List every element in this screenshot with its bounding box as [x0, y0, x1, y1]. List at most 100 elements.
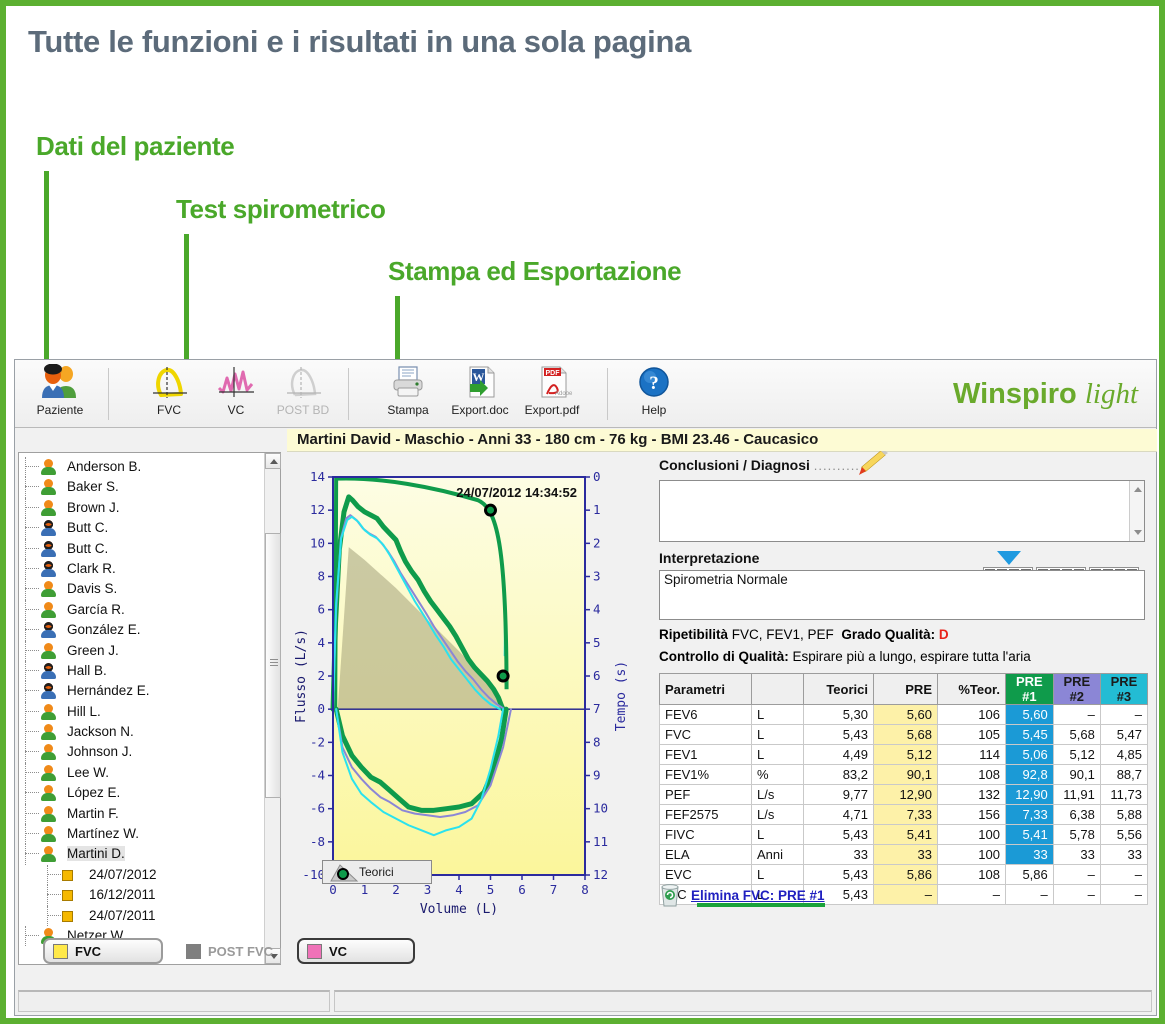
- results-table: Parametri Teorici PRE %Teor. PRE #1 PRE #2 PRE…: [659, 673, 1149, 905]
- chart-legend: Teorici: [322, 860, 432, 884]
- table-row[interactable]: FEV1 L 4,49 5,12 114 5,06 5,12 4,85: [659, 744, 1149, 765]
- table-row[interactable]: ELA Anni 33 33 100 33 33 33: [659, 844, 1149, 865]
- table-cell: 83,2: [803, 764, 874, 785]
- curve-button-vc[interactable]: VC: [297, 938, 415, 964]
- tree-guide-line: [47, 905, 48, 926]
- table-cell: 5,30: [803, 704, 874, 725]
- quality-pointer-icon: [997, 551, 1021, 565]
- tree-guide-dash: [25, 710, 39, 712]
- curve-button-post-fvc[interactable]: POST FVC: [178, 938, 288, 964]
- tree-guide-dash: [25, 486, 39, 488]
- table-row[interactable]: FVC L 5,43 5,68 105 5,45 5,68 5,47: [659, 724, 1149, 745]
- table-column-header[interactable]: Teorici: [803, 673, 874, 705]
- repeatability-value: FVC, FEV1, PEF: [731, 627, 834, 642]
- table-cell: 5,43: [803, 824, 874, 845]
- patient-tree-scrollbar[interactable]: [264, 453, 281, 964]
- table-row[interactable]: FEV6 L 5,30 5,60 106 5,60– –: [659, 704, 1149, 725]
- table-cell: FEF2575: [659, 804, 752, 825]
- tree-item-label: González E.: [67, 622, 141, 638]
- scroll-up-button[interactable]: [265, 453, 281, 469]
- tree-patient-item[interactable]: González E.: [19, 620, 264, 641]
- tree-patient-item[interactable]: López E.: [19, 783, 264, 804]
- tree-patient-item[interactable]: Hall B.: [19, 660, 264, 682]
- table-column-header[interactable]: Parametri: [659, 673, 752, 705]
- toolbar-label-vc: VC: [227, 403, 245, 417]
- toolbar-button-help[interactable]: ? Help: [623, 364, 685, 424]
- toolbar-button-fvc[interactable]: FVC: [138, 364, 200, 424]
- tree-session-item[interactable]: 24/07/2012: [19, 864, 264, 886]
- tree-patient-item[interactable]: Hernández E.: [19, 681, 264, 702]
- tree-item-label: Hill L.: [67, 703, 101, 719]
- repeatability-label: Ripetibilità: [659, 627, 729, 642]
- flow-volume-plot: -10-8-6-4-2024681012140 1 2 3 4 5 6 7 8012345678…: [294, 469, 629, 917]
- tree-patient-item[interactable]: Hill L.: [19, 701, 264, 723]
- delete-link-underline: [697, 903, 825, 907]
- tree-patient-item[interactable]: Brown J.: [19, 497, 264, 519]
- toolbar-button-paziente[interactable]: Paziente: [29, 363, 91, 424]
- quality-grade-label: Grado Qualità:: [841, 627, 936, 642]
- conclusions-scroll-down-icon[interactable]: [1134, 530, 1142, 535]
- patient-tree[interactable]: Anderson B. Baker S. Brown J. Butt C. Butt C…: [19, 453, 264, 964]
- word-doc-icon: W: [443, 364, 517, 402]
- tree-guide-dash: [25, 527, 39, 529]
- tree-patient-item[interactable]: Green J.: [19, 640, 264, 661]
- tree-patient-item[interactable]: Baker S.: [19, 477, 264, 498]
- tree-patient-item[interactable]: Martini D.: [19, 844, 264, 865]
- table-column-header[interactable]: PRE: [873, 673, 938, 705]
- table-cell: PEF: [659, 784, 752, 805]
- tree-patient-item[interactable]: Anderson B.: [19, 457, 264, 478]
- svg-text:3: 3: [593, 569, 601, 584]
- toolbar-label-fvc: FVC: [157, 403, 181, 417]
- tree-session-item[interactable]: 24/07/2011: [19, 905, 264, 926]
- table-row[interactable]: FEF2575 L/s 4,71 7,33 156 7,33 6,38 5,88: [659, 804, 1149, 825]
- conclusions-scroll-up-icon[interactable]: [1134, 487, 1142, 492]
- tree-guide-line: [25, 681, 26, 702]
- patient-avatar-icon: [40, 724, 56, 741]
- table-column-header[interactable]: PRE #3: [1099, 673, 1149, 705]
- tree-session-item[interactable]: 16/12/2011: [19, 885, 264, 906]
- table-cell: 100: [937, 844, 1006, 865]
- tree-patient-item[interactable]: Butt C.: [19, 518, 264, 539]
- toolbar-button-export-pdf[interactable]: PDF Adobe Export.pdf: [515, 364, 589, 424]
- tree-patient-item[interactable]: Martínez W.: [19, 824, 264, 845]
- delete-fvc-row[interactable]: Elimina FVC: PRE #1: [659, 883, 825, 907]
- conclusions-label-text: Conclusioni / Diagnosi: [659, 457, 810, 473]
- tree-patient-item[interactable]: Johnson J.: [19, 742, 264, 763]
- tree-guide-line: [47, 885, 48, 906]
- toolbar-button-post-bd[interactable]: POST BD: [272, 364, 334, 424]
- conclusions-scrollbar[interactable]: [1129, 481, 1144, 541]
- table-row[interactable]: EVC L 5,43 5,86 108 5,86– –: [659, 864, 1149, 885]
- table-column-header[interactable]: PRE #2: [1052, 673, 1101, 705]
- tree-patient-item[interactable]: Jackson N.: [19, 722, 264, 743]
- flow-volume-chart[interactable]: -10 -8 -6 -4 -2 0 2 4 6 8 10 12 14 0 1 2 3 4 5 6 7 8 0 1 2 3 4 5 6 7 8…: [287, 455, 645, 930]
- tree-patient-item[interactable]: Martin F.: [19, 803, 264, 825]
- svg-text:1: 1: [361, 882, 369, 897]
- table-row[interactable]: PEF L/s 9,77 12,90 132 12,90 11,91 11,73: [659, 784, 1149, 805]
- table-column-header[interactable]: [751, 673, 804, 705]
- interpretation-box[interactable]: Spirometria Normale: [659, 570, 1145, 620]
- tree-patient-item[interactable]: Clark R.: [19, 558, 264, 580]
- tree-patient-item[interactable]: Lee W.: [19, 762, 264, 784]
- tree-guide-dash: [25, 731, 39, 733]
- tree-patient-item[interactable]: Butt C.: [19, 538, 264, 559]
- conclusions-textarea[interactable]: [659, 480, 1145, 542]
- toolbar-button-export-doc[interactable]: W Export.doc: [443, 364, 517, 424]
- table-row[interactable]: FEV1%% 83,2 90,1 108 92,8 90,1 88,7: [659, 764, 1149, 785]
- table-cell: 5,41: [1005, 824, 1054, 845]
- table-cell: 5,47: [1099, 724, 1149, 745]
- toolbar-button-stampa[interactable]: Stampa: [375, 364, 441, 424]
- table-column-header[interactable]: PRE #1: [1005, 673, 1054, 705]
- tree-guide-line: [47, 864, 48, 886]
- svg-text:0: 0: [329, 882, 337, 897]
- scroll-thumb[interactable]: [265, 533, 281, 798]
- tree-patient-item[interactable]: García R.: [19, 599, 264, 621]
- delete-fvc-link[interactable]: Elimina FVC: PRE #1: [691, 888, 825, 903]
- scroll-thumb-grip: [270, 659, 278, 666]
- svg-text:10: 10: [593, 801, 608, 816]
- table-row[interactable]: FIVC L 5,43 5,41 100 5,41 5,78 5,56: [659, 824, 1149, 845]
- table-column-header[interactable]: %Teor.: [937, 673, 1006, 705]
- tree-patient-item[interactable]: Davis S.: [19, 579, 264, 600]
- toolbar-button-vc[interactable]: VC: [205, 364, 267, 424]
- tree-guide-line: [25, 640, 26, 661]
- curve-button-fvc[interactable]: FVC: [43, 938, 163, 964]
